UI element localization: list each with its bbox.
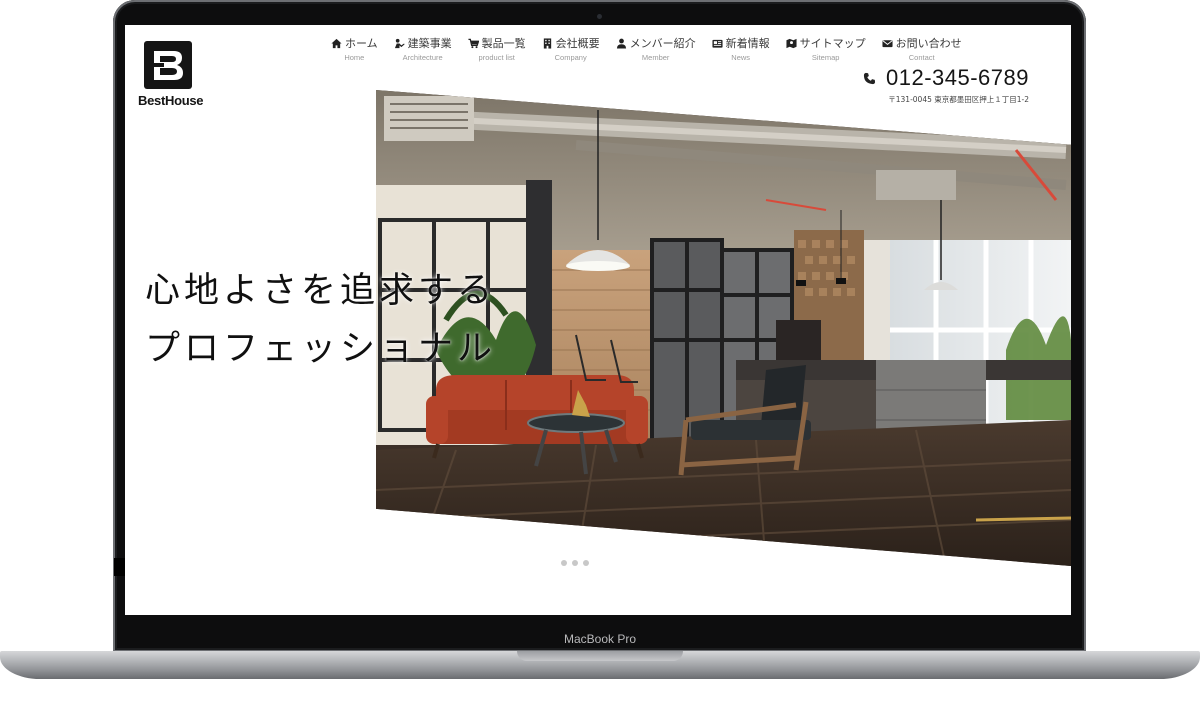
worker-icon <box>394 38 405 48</box>
nav-sub-label: Architecture <box>402 53 443 62</box>
nav-label: 会社概要 <box>555 37 600 50</box>
camera-icon <box>597 14 602 19</box>
nav-label: 建築事業 <box>407 37 452 50</box>
building-icon <box>543 37 551 49</box>
map-icon <box>786 38 797 48</box>
nav-label: ホーム <box>345 37 378 50</box>
slider-dot-1[interactable] <box>561 560 567 566</box>
nav-label: 新着情報 <box>725 37 770 50</box>
hero-catchcopy: 心地よさを追求する プロフェッショナル <box>145 262 496 378</box>
laptop-notch <box>517 651 683 661</box>
newspaper-icon <box>712 39 723 48</box>
nav-sub-label: product list <box>478 53 515 62</box>
nav-item-products[interactable]: 製品一覧 product list <box>460 35 534 62</box>
home-icon <box>331 38 342 48</box>
website-screen: BestHouse ホーム Home 建築事業 Architecture 製品一… <box>125 25 1071 615</box>
nav-item-sitemap[interactable]: サイトマップ Sitemap <box>778 35 874 62</box>
nav-sub-label: News <box>731 53 751 62</box>
cart-icon <box>468 38 479 48</box>
nav-sub-label: Home <box>344 53 365 62</box>
site-logo[interactable]: BestHouse <box>138 41 204 108</box>
nav-sub-label: Contact <box>908 53 935 62</box>
slider-dot-3[interactable] <box>583 560 589 566</box>
phone-number: 012-345-6789 <box>885 65 1029 90</box>
nav-item-contact[interactable]: お問い合わせ Contact <box>874 35 970 62</box>
nav-label: お問い合わせ <box>895 37 962 50</box>
phone-icon <box>863 72 876 84</box>
logo-text: BestHouse <box>138 93 204 108</box>
nav-item-member[interactable]: メンバー紹介 Member <box>608 35 704 62</box>
nav-item-architecture[interactable]: 建築事業 Architecture <box>386 35 460 62</box>
slider-pagination <box>561 560 589 566</box>
nav-sub-label: Sitemap <box>811 53 840 62</box>
bezel-edge <box>114 558 125 576</box>
nav-item-home[interactable]: ホーム Home <box>323 35 386 62</box>
nav-item-company[interactable]: 会社概要 Company <box>534 35 608 62</box>
logo-mark-icon <box>144 41 192 89</box>
global-nav: ホーム Home 建築事業 Architecture 製品一覧 product … <box>323 35 970 62</box>
address-text: 〒131-0045 東京都墨田区押上１丁目1-2 <box>888 95 1029 104</box>
nav-label: サイトマップ <box>799 37 866 50</box>
catchcopy-line-1: 心地よさを追求する <box>145 271 497 311</box>
nav-sub-label: Company <box>554 53 587 62</box>
phone-block[interactable]: 012-345-6789 <box>863 65 1029 91</box>
slider-dot-2[interactable] <box>572 560 578 566</box>
nav-sub-label: Member <box>641 53 670 62</box>
nav-item-news[interactable]: 新着情報 News <box>704 35 778 62</box>
person-icon <box>616 38 626 49</box>
envelope-icon <box>882 39 893 47</box>
nav-label: メンバー紹介 <box>629 37 696 50</box>
catchcopy-line-2: プロフェッショナル <box>145 329 497 369</box>
nav-label: 製品一覧 <box>481 37 526 50</box>
device-label: MacBook Pro <box>563 632 637 646</box>
